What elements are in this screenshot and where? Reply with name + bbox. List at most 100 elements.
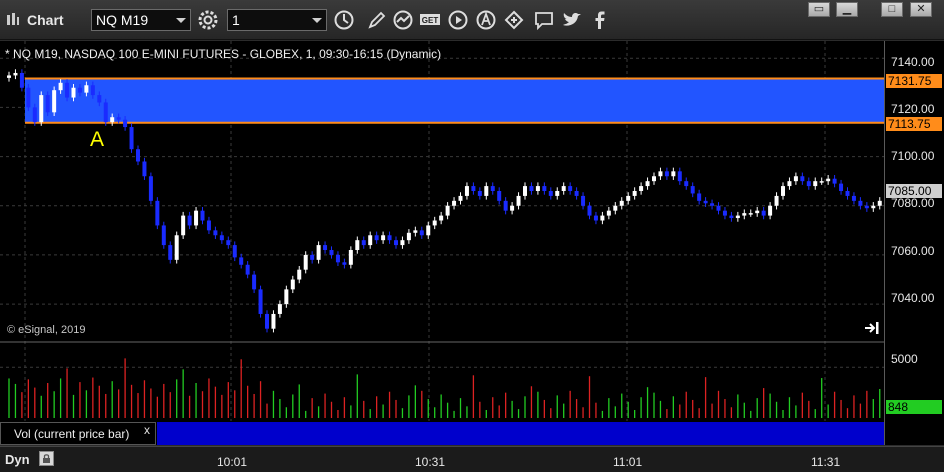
- candle-up: [58, 82, 63, 91]
- candle-down: [574, 191, 579, 196]
- candle-up: [787, 181, 792, 187]
- candle-down: [419, 230, 424, 236]
- symbol-value[interactable]: NQ M19: [96, 12, 148, 28]
- scroll-to-end-icon[interactable]: [864, 321, 880, 335]
- candle-down: [839, 183, 844, 191]
- candle-down: [252, 274, 257, 290]
- candle-down: [155, 200, 160, 226]
- maximize-icon[interactable]: □: [889, 3, 896, 15]
- candle-up: [400, 240, 405, 246]
- alert-icon[interactable]: [475, 9, 497, 31]
- candle-up: [174, 235, 179, 260]
- candle-down: [477, 191, 482, 196]
- get-data-icon[interactable]: GET: [419, 9, 441, 31]
- settings-gear-icon[interactable]: [197, 9, 219, 31]
- candle-down: [26, 87, 31, 108]
- indicator-legend[interactable]: Vol (current price bar) x: [0, 422, 156, 445]
- chart-pane[interactable]: * NQ M19, NASDAQ 100 E-MINI FUTURES - GL…: [0, 41, 944, 445]
- candle-down: [219, 235, 224, 241]
- candle-up: [600, 215, 605, 221]
- candle-down: [664, 171, 669, 177]
- candle-up: [445, 205, 450, 216]
- annotation-label[interactable]: A: [90, 128, 104, 152]
- candle-down: [148, 176, 153, 201]
- candle-down: [697, 193, 702, 201]
- candle-down: [258, 289, 263, 314]
- symbol-combo[interactable]: NQ M19: [91, 9, 191, 31]
- interval-value[interactable]: 1: [232, 12, 240, 28]
- link-icon[interactable]: [503, 9, 525, 31]
- candle-up: [606, 210, 611, 216]
- candle-up: [774, 195, 779, 206]
- twitter-icon[interactable]: [561, 9, 583, 31]
- candle-up: [652, 176, 656, 182]
- candle-down: [168, 245, 173, 260]
- candle-up: [464, 186, 469, 196]
- price-axis[interactable]: 7140.00 7120.00 7100.00 7080.00 7060.00 …: [884, 41, 944, 445]
- indicator-icon[interactable]: [392, 9, 414, 31]
- candle-down: [206, 220, 211, 231]
- comment-icon[interactable]: [533, 9, 555, 31]
- candle-up: [381, 235, 386, 241]
- copyright-text: © eSignal, 2019: [7, 324, 86, 336]
- candle-up: [755, 210, 760, 214]
- maximize-button[interactable]: □: [881, 2, 903, 17]
- candle-down: [690, 186, 695, 194]
- candle-up: [523, 186, 527, 196]
- zone-lower-tag: 7113.75: [886, 117, 942, 131]
- minimize-button[interactable]: ▁: [836, 2, 858, 17]
- close-button[interactable]: ✕: [910, 2, 932, 17]
- candle-down: [97, 95, 102, 103]
- candle-up: [484, 186, 489, 196]
- chevron-down-icon[interactable]: [312, 18, 322, 23]
- candle-up: [110, 117, 115, 123]
- candle-up: [458, 195, 463, 201]
- candle-down: [374, 235, 379, 241]
- candle-up: [742, 213, 747, 216]
- candle-down: [200, 210, 205, 221]
- minimize-icon[interactable]: ▁: [843, 3, 851, 15]
- price-volume-plot[interactable]: [0, 41, 884, 445]
- volume-tick: 5000: [891, 352, 918, 366]
- candle-down: [548, 191, 553, 196]
- time-axis-bar[interactable]: Dyn 10:01 10:31 11:01 11:31: [0, 446, 944, 472]
- chevron-down-icon[interactable]: [176, 18, 186, 23]
- candle-up: [645, 181, 650, 187]
- facebook-icon[interactable]: [589, 9, 611, 31]
- candle-up: [626, 195, 631, 201]
- indicator-label[interactable]: Vol (current price bar): [14, 427, 129, 441]
- candle-up: [781, 186, 785, 196]
- candle-down: [529, 186, 534, 191]
- candle-down: [142, 161, 147, 177]
- candle-up: [768, 205, 773, 216]
- candle-down: [342, 262, 347, 265]
- chart-header: * NQ M19, NASDAQ 100 E-MINI FUTURES - GL…: [5, 47, 442, 61]
- candle-up: [432, 220, 437, 226]
- candle-up: [748, 213, 753, 215]
- window-title: Chart: [27, 12, 64, 28]
- candle-down: [729, 215, 734, 219]
- lock-icon[interactable]: [39, 451, 54, 466]
- candle-up: [355, 240, 360, 251]
- clock-icon[interactable]: [333, 9, 355, 31]
- candle-up: [290, 279, 295, 290]
- title-bar: Chart NQ M19 1 GET ▭ ▁ □ ✕: [0, 0, 944, 40]
- close-indicator-icon[interactable]: x: [144, 423, 150, 437]
- last-volume-tag: 848: [886, 400, 942, 414]
- play-icon[interactable]: [447, 9, 469, 31]
- dynamic-mode-label[interactable]: Dyn: [5, 452, 30, 467]
- restore-icon[interactable]: ▭: [814, 3, 824, 15]
- candle-down: [45, 95, 50, 113]
- candle-down: [19, 72, 24, 88]
- candle-down: [239, 257, 244, 265]
- draw-pencil-icon[interactable]: [366, 9, 388, 31]
- candle-up: [71, 87, 76, 98]
- candle-down: [542, 186, 547, 191]
- close-icon[interactable]: ✕: [916, 3, 925, 15]
- candle-up: [452, 200, 457, 206]
- candle-up: [406, 232, 411, 241]
- candle-down: [581, 195, 586, 206]
- interval-combo[interactable]: 1: [227, 9, 327, 31]
- restore-button[interactable]: ▭: [808, 2, 830, 17]
- candle-down: [387, 235, 392, 241]
